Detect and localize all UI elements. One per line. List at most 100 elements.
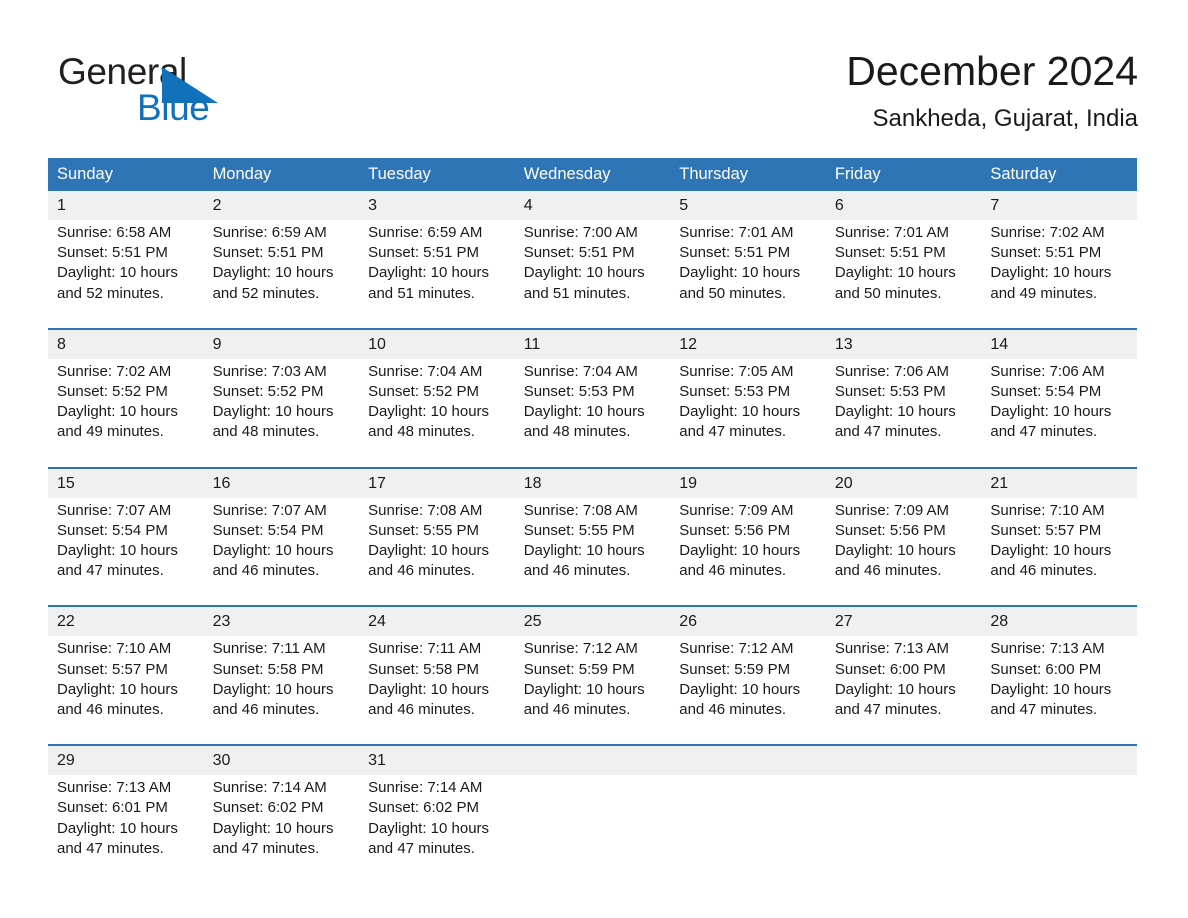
day-cell[interactable]: Sunrise: 7:08 AM Sunset: 5:55 PM Dayligh…: [359, 497, 515, 607]
week-2-info-row: Sunrise: 7:02 AM Sunset: 5:52 PM Dayligh…: [48, 358, 1137, 468]
day-cell[interactable]: Sunrise: 7:05 AM Sunset: 5:53 PM Dayligh…: [670, 358, 826, 468]
sunrise-text: Sunrise: 6:58 AM: [57, 224, 172, 241]
day-number: 10: [359, 327, 515, 359]
day-number: 5: [670, 191, 826, 220]
day-cell[interactable]: Sunrise: 6:58 AM Sunset: 5:51 PM Dayligh…: [48, 220, 204, 329]
day-cell-empty: [981, 775, 1137, 884]
day-number-empty: [825, 744, 982, 776]
daylight-text: Daylight: 10 hours and 47 minutes.: [368, 819, 490, 857]
sunset-text: Sunset: 5:54 PM: [990, 383, 1102, 401]
day-cell[interactable]: Sunrise: 7:14 AM Sunset: 6:02 PM Dayligh…: [203, 775, 360, 884]
daylight-text: Daylight: 10 hours and 47 minutes.: [990, 403, 1112, 441]
sunrise-text: Sunrise: 7:13 AM: [57, 779, 172, 797]
day-number: 21: [981, 466, 1137, 498]
daylight-text: Daylight: 10 hours and 46 minutes.: [834, 542, 956, 580]
week-5-info-row: Sunrise: 7:13 AM Sunset: 6:01 PM Dayligh…: [48, 775, 1137, 884]
sunrise-text: Sunrise: 7:14 AM: [212, 779, 327, 797]
daylight-text: Daylight: 10 hours and 52 minutes.: [57, 264, 178, 302]
day-cell[interactable]: Sunrise: 7:00 AM Sunset: 5:51 PM Dayligh…: [514, 220, 671, 329]
day-number: 9: [203, 327, 360, 359]
day-cell[interactable]: Sunrise: 7:04 AM Sunset: 5:52 PM Dayligh…: [359, 358, 515, 468]
weekday-header-friday: Friday: [825, 158, 982, 191]
day-number: 25: [514, 605, 671, 637]
sunset-text: Sunset: 5:51 PM: [990, 244, 1102, 262]
day-number: 2: [203, 191, 360, 220]
sunrise-text: Sunrise: 7:14 AM: [368, 779, 483, 797]
week-5-daynum-row: 29 30 31: [48, 744, 1137, 776]
day-cell[interactable]: Sunrise: 6:59 AM Sunset: 5:51 PM Dayligh…: [359, 220, 515, 329]
day-cell[interactable]: Sunrise: 7:03 AM Sunset: 5:52 PM Dayligh…: [203, 358, 360, 468]
calendar-body: 1 2 3 4 5 6 7 Sunrise: 6:58 AM Sunset: 5…: [48, 191, 1137, 884]
day-number: 29: [48, 744, 204, 776]
day-number: 16: [203, 466, 360, 498]
day-number: 30: [203, 744, 360, 776]
day-number: 14: [981, 327, 1137, 359]
day-cell[interactable]: Sunrise: 7:06 AM Sunset: 5:54 PM Dayligh…: [981, 358, 1137, 468]
day-cell[interactable]: Sunrise: 7:11 AM Sunset: 5:58 PM Dayligh…: [203, 636, 360, 746]
day-number: 26: [670, 605, 826, 637]
sunrise-text: Sunrise: 7:01 AM: [834, 224, 950, 241]
day-cell[interactable]: Sunrise: 7:12 AM Sunset: 5:59 PM Dayligh…: [514, 636, 671, 746]
day-cell[interactable]: Sunrise: 6:59 AM Sunset: 5:51 PM Dayligh…: [203, 220, 360, 329]
general-blue-logo[interactable]: General Blue: [58, 50, 318, 146]
sunrise-text: Sunrise: 7:02 AM: [990, 224, 1105, 241]
sunrise-text: Sunrise: 7:07 AM: [212, 501, 327, 519]
day-cell[interactable]: Sunrise: 7:10 AM Sunset: 5:57 PM Dayligh…: [48, 636, 204, 746]
sunset-text: Sunset: 5:51 PM: [368, 244, 480, 262]
day-cell[interactable]: Sunrise: 7:13 AM Sunset: 6:00 PM Dayligh…: [981, 636, 1137, 746]
daylight-text: Daylight: 10 hours and 46 minutes.: [368, 680, 490, 719]
calendar-page: General Blue December 2024 Sankheda, Guj…: [0, 0, 1188, 918]
daylight-text: Daylight: 10 hours and 47 minutes.: [57, 542, 178, 580]
week-1-daynum-row: 1 2 3 4 5 6 7: [48, 191, 1137, 220]
day-cell[interactable]: Sunrise: 7:07 AM Sunset: 5:54 PM Dayligh…: [203, 497, 360, 607]
day-cell[interactable]: Sunrise: 7:07 AM Sunset: 5:54 PM Dayligh…: [48, 497, 204, 607]
daylight-text: Daylight: 10 hours and 52 minutes.: [212, 264, 334, 302]
sunset-text: Sunset: 5:59 PM: [679, 660, 791, 678]
sunset-text: Sunset: 5:58 PM: [368, 660, 480, 678]
day-cell[interactable]: Sunrise: 7:14 AM Sunset: 6:02 PM Dayligh…: [359, 775, 515, 884]
day-cell[interactable]: Sunrise: 7:10 AM Sunset: 5:57 PM Dayligh…: [981, 497, 1137, 607]
daylight-text: Daylight: 10 hours and 46 minutes.: [523, 680, 645, 719]
day-cell[interactable]: Sunrise: 7:09 AM Sunset: 5:56 PM Dayligh…: [825, 497, 982, 607]
sunset-text: Sunset: 5:53 PM: [834, 383, 946, 401]
day-cell[interactable]: Sunrise: 7:11 AM Sunset: 5:58 PM Dayligh…: [359, 636, 515, 746]
day-number: 3: [359, 191, 515, 220]
day-number: 22: [48, 605, 204, 637]
sunrise-text: Sunrise: 7:02 AM: [57, 362, 172, 380]
calendar-grid: Sunday Monday Tuesday Wednesday Thursday…: [48, 158, 1137, 884]
sunrise-text: Sunrise: 7:09 AM: [679, 501, 794, 519]
sunset-text: Sunset: 5:56 PM: [834, 521, 946, 539]
daylight-text: Daylight: 10 hours and 47 minutes.: [834, 680, 956, 719]
day-number: 12: [670, 327, 826, 359]
day-cell[interactable]: Sunrise: 7:12 AM Sunset: 5:59 PM Dayligh…: [670, 636, 826, 746]
day-cell[interactable]: Sunrise: 7:08 AM Sunset: 5:55 PM Dayligh…: [514, 497, 671, 607]
day-cell[interactable]: Sunrise: 7:04 AM Sunset: 5:53 PM Dayligh…: [514, 358, 671, 468]
day-cell[interactable]: Sunrise: 7:02 AM Sunset: 5:51 PM Dayligh…: [981, 220, 1137, 329]
day-cell[interactable]: Sunrise: 7:06 AM Sunset: 5:53 PM Dayligh…: [825, 358, 982, 468]
daylight-text: Daylight: 10 hours and 47 minutes.: [834, 403, 956, 441]
daylight-text: Daylight: 10 hours and 46 minutes.: [990, 542, 1112, 580]
day-cell[interactable]: Sunrise: 7:02 AM Sunset: 5:52 PM Dayligh…: [48, 358, 204, 468]
sunset-text: Sunset: 5:51 PM: [57, 244, 168, 262]
weekday-header-wednesday: Wednesday: [514, 158, 671, 191]
sunset-text: Sunset: 5:54 PM: [212, 521, 324, 539]
page-title: December 2024: [846, 48, 1138, 94]
location-subtitle: Sankheda, Gujarat, India: [872, 105, 1138, 132]
sunrise-text: Sunrise: 6:59 AM: [368, 224, 483, 241]
day-cell[interactable]: Sunrise: 7:13 AM Sunset: 6:01 PM Dayligh…: [48, 775, 204, 884]
day-cell[interactable]: Sunrise: 7:01 AM Sunset: 5:51 PM Dayligh…: [825, 220, 982, 329]
sunset-text: Sunset: 5:56 PM: [679, 521, 791, 539]
sunset-text: Sunset: 6:02 PM: [368, 799, 480, 817]
daylight-text: Daylight: 10 hours and 47 minutes.: [679, 403, 801, 441]
day-number: 31: [359, 744, 515, 776]
sunset-text: Sunset: 5:59 PM: [523, 660, 635, 678]
day-cell[interactable]: Sunrise: 7:13 AM Sunset: 6:00 PM Dayligh…: [825, 636, 982, 746]
sunset-text: Sunset: 5:51 PM: [834, 244, 946, 262]
day-cell[interactable]: Sunrise: 7:01 AM Sunset: 5:51 PM Dayligh…: [670, 220, 826, 329]
sunset-text: Sunset: 6:01 PM: [57, 799, 168, 817]
day-cell[interactable]: Sunrise: 7:09 AM Sunset: 5:56 PM Dayligh…: [670, 497, 826, 607]
sunrise-text: Sunrise: 7:08 AM: [523, 501, 638, 519]
day-number: 17: [359, 466, 515, 498]
sunset-text: Sunset: 5:57 PM: [990, 521, 1102, 539]
day-number: 4: [514, 191, 671, 220]
